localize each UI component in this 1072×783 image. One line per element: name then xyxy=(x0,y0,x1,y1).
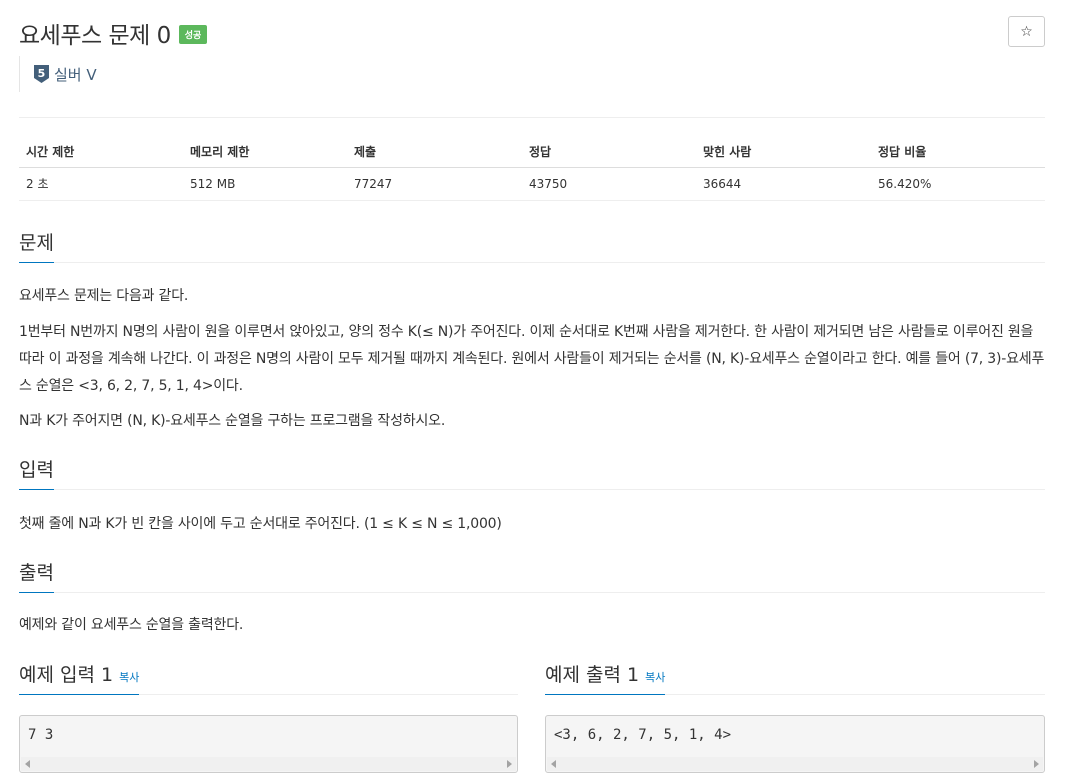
sample-output-box[interactable]: <3, 6, 2, 7, 5, 1, 4> xyxy=(545,715,1045,773)
horizontal-scrollbar[interactable] xyxy=(547,757,1043,771)
scroll-right-icon[interactable] xyxy=(1034,760,1039,768)
output-description: 예제와 같이 요세푸스 순열을 출력한다. xyxy=(19,617,244,633)
output-heading: 출력 xyxy=(19,558,54,593)
sample-input-heading: 예제 입력 1 복사 xyxy=(19,660,140,695)
cell-accept-ratio: 56.420% xyxy=(871,167,1045,201)
problem-info-table: 시간 제한 메모리 제한 제출 정답 맞힌 사람 정답 비율 2 초 512 M… xyxy=(19,137,1045,201)
title-row: 요세푸스 문제 0 성공 xyxy=(19,16,208,50)
cell-solved-users: 36644 xyxy=(696,167,871,201)
cell-memory-limit: 512 MB xyxy=(183,167,347,201)
sample-input-box[interactable]: 7 3 xyxy=(19,715,518,773)
scroll-left-icon[interactable] xyxy=(551,760,556,768)
table-header-row: 시간 제한 메모리 제한 제출 정답 맞힌 사람 정답 비율 xyxy=(19,137,1045,168)
problem-paragraph: N과 K가 주어지면 (N, K)-요세푸스 순열을 구하는 프로그램을 작성하… xyxy=(19,413,446,429)
sample-input-title: 예제 입력 1 xyxy=(19,664,114,686)
problem-heading: 문제 xyxy=(19,228,54,263)
header-solved-users: 맞힌 사람 xyxy=(696,137,871,168)
input-heading: 입력 xyxy=(19,455,54,490)
problem-tier[interactable]: 5 실버 V xyxy=(19,56,97,92)
scroll-right-icon[interactable] xyxy=(507,760,512,768)
copy-sample-output-link[interactable]: 복사 xyxy=(645,671,665,684)
copy-sample-input-link[interactable]: 복사 xyxy=(119,671,139,684)
problem-paragraph: 1번부터 N번까지 N명의 사람이 원을 이루면서 앉아있고, 양의 정수 K(… xyxy=(19,324,1045,394)
input-description: 첫째 줄에 N과 K가 빈 칸을 사이에 두고 순서대로 주어진다. (1 ≤ … xyxy=(19,516,502,532)
tier-label: 실버 V xyxy=(54,65,97,84)
header-accept-ratio: 정답 비율 xyxy=(871,137,1045,168)
header-accepted: 정답 xyxy=(522,137,696,168)
sample-output-heading: 예제 출력 1 복사 xyxy=(545,660,666,695)
divider xyxy=(19,117,1045,118)
cell-submissions: 77247 xyxy=(347,167,522,201)
sample-input-header: 예제 입력 1 복사 xyxy=(19,660,518,695)
page-title: 요세푸스 문제 0 xyxy=(19,23,171,49)
sample-output-title: 예제 출력 1 xyxy=(545,664,640,686)
header-submissions: 제출 xyxy=(347,137,522,168)
output-section-header: 출력 xyxy=(19,558,1045,593)
sample-output-header: 예제 출력 1 복사 xyxy=(545,660,1045,695)
table-row: 2 초 512 MB 77247 43750 36644 56.420% xyxy=(19,167,1045,201)
problem-section-header: 문제 xyxy=(19,228,1045,263)
cell-accepted: 43750 xyxy=(522,167,696,201)
star-icon: ☆ xyxy=(1020,23,1033,40)
silver-5-tier-icon: 5 xyxy=(34,65,49,83)
sample-input-content: 7 3 xyxy=(28,727,54,743)
favorite-star-button[interactable]: ☆ xyxy=(1008,16,1045,47)
tier-number: 5 xyxy=(38,67,46,80)
header-memory-limit: 메모리 제한 xyxy=(183,137,347,168)
status-badge: 성공 xyxy=(178,25,208,44)
problem-paragraph: 요세푸스 문제는 다음과 같다. xyxy=(19,288,189,304)
scroll-left-icon[interactable] xyxy=(25,760,30,768)
header-time-limit: 시간 제한 xyxy=(19,137,183,168)
horizontal-scrollbar[interactable] xyxy=(21,757,516,771)
cell-time-limit: 2 초 xyxy=(19,167,183,201)
sample-output-content: <3, 6, 2, 7, 5, 1, 4> xyxy=(554,727,732,743)
input-section-header: 입력 xyxy=(19,455,1045,490)
